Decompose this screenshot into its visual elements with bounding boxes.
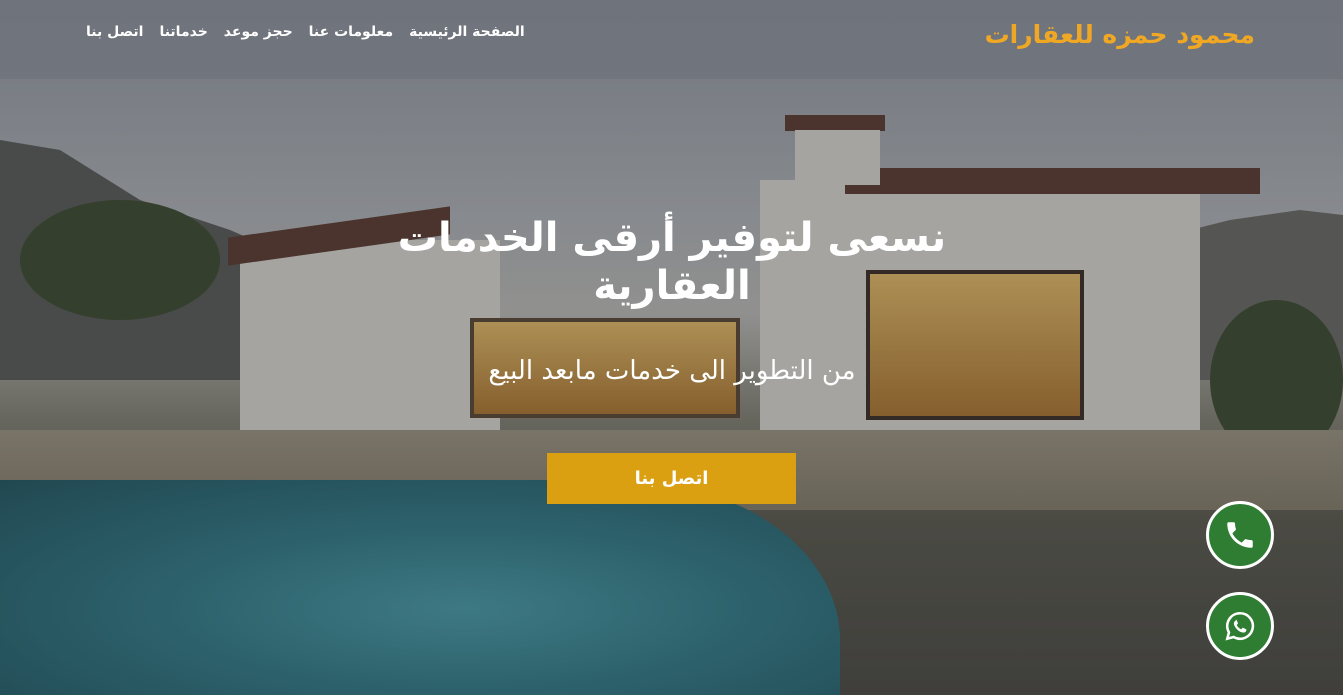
- hero-title: نسعى لتوفير أرقى الخدمات العقارية: [397, 215, 947, 309]
- nav-item-booking[interactable]: حجز موعد: [224, 24, 293, 40]
- nav-item-services[interactable]: خدماتنا: [159, 24, 207, 40]
- site-brand-logo[interactable]: محمود حمزه للعقارات: [985, 20, 1255, 49]
- whatsapp-icon: [1225, 611, 1255, 641]
- hero-subtitle: من التطوير الى خدمات مابعد البيع: [488, 356, 856, 386]
- contact-us-button[interactable]: اتصل بنا: [547, 453, 796, 504]
- nav-item-contact[interactable]: اتصل بنا: [86, 24, 143, 40]
- top-navigation-bar: محمود حمزه للعقارات الصفحة الرئيسية معلو…: [0, 0, 1343, 79]
- main-nav: الصفحة الرئيسية معلومات عنا حجز موعد خدم…: [86, 24, 525, 40]
- phone-icon: [1227, 522, 1253, 548]
- nav-item-home[interactable]: الصفحة الرئيسية: [409, 24, 525, 40]
- hero-background-image: [0, 0, 1343, 695]
- nav-item-about[interactable]: معلومات عنا: [309, 24, 393, 40]
- phone-call-button[interactable]: [1206, 501, 1274, 569]
- whatsapp-button[interactable]: [1206, 592, 1274, 660]
